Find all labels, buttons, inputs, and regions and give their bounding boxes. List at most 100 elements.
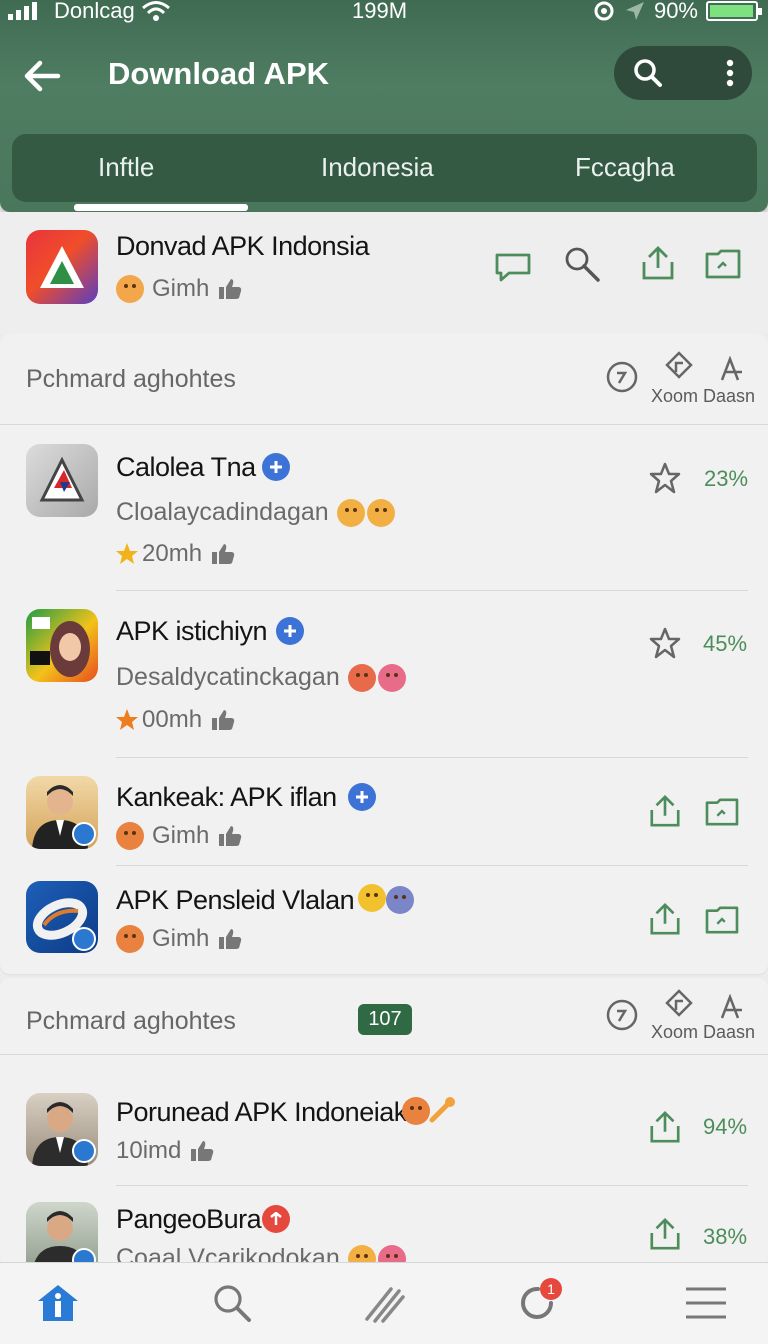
list-item[interactable]: PangeoBura Coaal Vcarikodokan 38% <box>0 1186 768 1262</box>
app-developer: Cloalaycadindagan <box>116 498 329 526</box>
app-meta-text: 20mh <box>142 540 203 567</box>
folder-icon[interactable] <box>704 797 740 827</box>
menu-icon <box>686 1287 726 1319</box>
tab-bar: Inftle Indonesia Fccagha <box>12 134 757 202</box>
section-action-label[interactable]: Xoom Daasn <box>651 386 755 407</box>
font-size-icon[interactable] <box>718 356 744 382</box>
notification-badge: 1 <box>540 1278 562 1300</box>
search-button[interactable] <box>618 46 678 100</box>
emoji-face-icon <box>116 275 144 303</box>
tab-indonesia[interactable]: Indonesia <box>321 152 434 183</box>
thumbs-up-icon <box>191 1141 214 1161</box>
app-percent: 45% <box>703 631 748 656</box>
verified-badge-icon <box>262 453 290 481</box>
app-percent: 94% <box>703 1114 748 1139</box>
section-title: Pchmard aghohtes <box>26 1007 236 1035</box>
row-divider <box>116 590 748 591</box>
app-developer-row: Desaldycatinckagan <box>116 663 406 692</box>
header-actions <box>614 46 752 100</box>
share-icon[interactable] <box>648 901 682 937</box>
app-header: Donlcag 199M 90% Download APK Inftle Ind… <box>0 0 768 212</box>
magnifier-icon[interactable] <box>562 244 604 286</box>
section-divider <box>0 1054 768 1055</box>
pin-icon[interactable] <box>664 350 694 380</box>
sync-icon <box>594 1 614 21</box>
emoji-face-icon <box>116 822 144 850</box>
comment-icon[interactable] <box>494 249 532 283</box>
app-meta: Gimh <box>116 925 243 953</box>
bottom-navigation <box>0 1262 768 1344</box>
count-badge: 107 <box>358 1004 412 1035</box>
app-name[interactable]: APK Pensleid Vlalan <box>116 885 355 916</box>
battery-icon <box>706 1 762 21</box>
emoji-face-icon <box>336 498 365 527</box>
star-filled-icon <box>116 543 138 564</box>
star-outline-icon[interactable] <box>648 626 682 660</box>
triangle-logo-icon <box>39 456 85 502</box>
emoji-face-icon <box>358 884 386 912</box>
home-icon <box>38 1285 78 1321</box>
signal-icon <box>8 2 37 20</box>
nav-home[interactable] <box>34 1279 82 1327</box>
app-developer-row: Cloalaycadindagan <box>116 498 395 527</box>
back-button[interactable] <box>20 54 64 98</box>
app-name[interactable]: Kankeak: APK iflan <box>116 782 337 813</box>
person-avatar-icon <box>32 785 96 849</box>
font-size-icon[interactable] <box>718 994 744 1020</box>
nav-categories[interactable] <box>360 1279 408 1327</box>
history-icon[interactable] <box>604 359 640 395</box>
emoji-face-icon <box>386 886 414 914</box>
section-divider <box>0 424 768 425</box>
status-time: 199M <box>352 0 408 23</box>
tab-fccagha[interactable]: Fccagha <box>575 152 675 183</box>
share-icon[interactable] <box>648 793 682 829</box>
featured-app-icon <box>26 230 98 304</box>
app-meta: Gimh <box>116 275 243 303</box>
star-outline-icon[interactable] <box>648 461 682 495</box>
section-title: Pchmard aghohtes <box>26 365 236 393</box>
app-developer: Desaldycatinckagan <box>116 663 340 691</box>
search-icon <box>214 1285 251 1322</box>
arrow-left-icon <box>24 60 61 92</box>
thumbs-up-icon <box>212 710 235 730</box>
person-avatar-icon <box>32 1102 96 1166</box>
app-percent: 23% <box>704 466 749 491</box>
emoji-face-icon <box>377 663 406 692</box>
app-percent: 38% <box>703 1224 748 1249</box>
wifi-icon <box>141 1 170 21</box>
app-icon-pensleid <box>26 881 98 953</box>
app-name[interactable]: PangeoBura <box>116 1204 262 1235</box>
app-icon-pangeobura <box>26 1202 98 1262</box>
app-meta: 10imd <box>116 1137 215 1165</box>
nav-search[interactable] <box>208 1279 256 1327</box>
status-bar: Donlcag 199M 90% <box>0 0 768 26</box>
alert-badge-icon <box>262 1205 290 1233</box>
app-icon-istichiyn <box>26 609 98 682</box>
app-name[interactable]: APK istichiyn <box>116 616 268 647</box>
verified-badge-icon <box>348 783 376 811</box>
folder-icon[interactable] <box>704 905 740 935</box>
app-name[interactable]: Calolea Tna <box>116 452 256 483</box>
thumbs-up-icon <box>219 929 242 949</box>
star-filled-icon <box>116 709 138 730</box>
app-meta: Gimh <box>116 822 243 850</box>
app-meta-text: Gimh <box>152 822 210 849</box>
app-name[interactable]: Porunead APK Indoneiak <box>116 1097 407 1128</box>
more-button[interactable] <box>700 46 760 100</box>
share-icon[interactable] <box>648 1109 682 1145</box>
featured-app[interactable]: Donvad APK Indonsia Gimh <box>0 212 768 334</box>
history-icon[interactable] <box>604 997 640 1033</box>
carrier-name: Donlcag <box>54 0 135 23</box>
thumbs-up-icon <box>219 826 242 846</box>
tab-inftle[interactable]: Inftle <box>98 152 154 183</box>
location-icon <box>625 2 644 20</box>
section-action-label[interactable]: Xoom Daasn <box>651 1022 755 1043</box>
verified-badge-icon <box>276 617 304 645</box>
thumbs-up-icon <box>212 544 235 564</box>
thumbs-up-icon <box>219 279 242 299</box>
nav-menu[interactable] <box>682 1279 730 1327</box>
share-icon[interactable] <box>648 1216 682 1252</box>
pin-icon[interactable] <box>664 988 694 1018</box>
folder-icon[interactable] <box>704 248 742 280</box>
share-icon[interactable] <box>640 244 676 282</box>
